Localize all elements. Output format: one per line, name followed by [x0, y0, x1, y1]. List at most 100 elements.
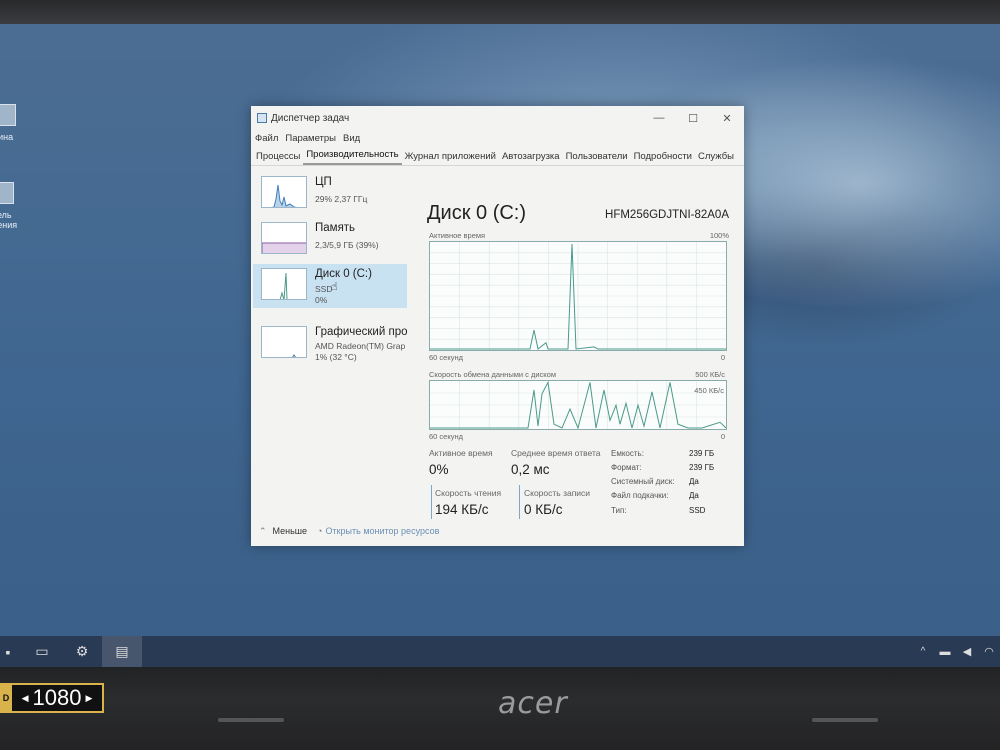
cpu-thumbnail-graph [261, 176, 307, 208]
taskbar: ▪ ▭ ⚙ ▤ ^ ▬ ◀ ◠ [0, 636, 1000, 667]
desktop-icon-label-line2: ления [0, 220, 18, 230]
sidebar-item-disk0[interactable]: Диск 0 (C:) SSD 0% [253, 264, 407, 308]
write-speed-value: 0 КБ/с [524, 502, 563, 517]
sidebar-item-line2: 1% (32 °C) [315, 352, 357, 362]
cpu-mini-chart [271, 184, 298, 207]
badge-right-arrow-icon: ▶ [85, 692, 93, 703]
badge-left-arrow-icon: ◀ [21, 692, 29, 703]
close-button[interactable]: ✕ [710, 106, 744, 130]
mouse-cursor-icon: ☝ [331, 281, 338, 293]
window-footer: ⌃ Меньше ◔ Открыть монитор ресурсов [259, 523, 559, 539]
menu-bar: Файл Параметры Вид [251, 130, 744, 147]
tab-app-history[interactable]: Журнал приложений [402, 151, 499, 165]
response-time-label: Среднее время ответа [511, 448, 601, 458]
prop-key-capacity: Емкость: [611, 449, 644, 458]
fullhd-1080-badge: ◀ 1080 ▶ [12, 683, 104, 713]
transfer-rate-chart: 450 КБ/с [429, 380, 727, 430]
chart2-x-right: 0 [720, 432, 725, 441]
disk-thumbnail-graph [261, 268, 307, 300]
active-time-value: 0% [429, 462, 449, 477]
chat-taskbar-icon[interactable]: ▭ [22, 636, 62, 667]
tab-services[interactable]: Службы [695, 151, 737, 165]
menu-file[interactable]: Файл [255, 133, 278, 144]
tab-users[interactable]: Пользователи [563, 151, 631, 165]
chart2-label: Скорость обмена данными с диском [429, 370, 556, 379]
hd-badge: D [0, 683, 12, 713]
performance-sidebar: ЦП 29% 2,37 ГГц Память 2,3/5,9 ГБ (39%) [251, 168, 409, 508]
tab-startup[interactable]: Автозагрузка [499, 151, 563, 165]
sidebar-item-line1: SSD [315, 284, 333, 294]
sidebar-item-memory[interactable]: Память 2,3/5,9 ГБ (39%) [253, 218, 407, 262]
bezel-slot-left [218, 718, 284, 722]
prop-key-system-disk: Системный диск: [611, 477, 675, 486]
task-manager-window: Диспетчер задач — ☐ ✕ Файл Параметры Вид… [251, 106, 744, 546]
memory-thumbnail-graph [261, 222, 307, 254]
desktop-icon-label: нель [0, 210, 12, 220]
sidebar-item-line1: 2,3/5,9 ГБ (39%) [315, 240, 379, 250]
prop-key-type: Тип: [611, 506, 627, 515]
prop-val-type: SSD [689, 506, 706, 515]
read-speed-divider [431, 485, 432, 519]
read-speed-value: 194 КБ/с [435, 502, 489, 517]
sidebar-item-name: Диск 0 (C:) [315, 268, 372, 280]
chart1-x-right: 0 [720, 353, 725, 362]
prop-key-pagefile: Файл подкачки: [611, 491, 669, 500]
prop-key-format: Формат: [611, 463, 642, 472]
settings-taskbar-icon[interactable]: ⚙ [62, 636, 102, 667]
control-panel-icon [0, 182, 14, 204]
write-speed-label: Скорость записи [524, 488, 591, 498]
sidebar-item-cpu[interactable]: ЦП 29% 2,37 ГГц [253, 172, 407, 216]
active-time-chart-svg [430, 242, 726, 350]
start-button[interactable]: ▪ [0, 636, 16, 667]
bezel-top [0, 0, 1000, 24]
menu-view[interactable]: Вид [343, 133, 360, 144]
chart2-max-label: 500 КБ/с [695, 370, 725, 379]
network-icon[interactable]: ▬ [934, 636, 956, 667]
chevron-up-icon: ⌃ [259, 525, 267, 536]
task-manager-taskbar-icon[interactable]: ▤ [102, 636, 142, 667]
memory-mini-chart [262, 242, 306, 253]
tab-processes[interactable]: Процессы [253, 151, 303, 165]
title-bar[interactable]: Диспетчер задач — ☐ ✕ [251, 106, 744, 130]
sidebar-item-line1: AMD Radeon(TM) Grap [315, 341, 406, 351]
desktop-icon-label: зина [0, 132, 14, 142]
recycle-bin-icon [0, 104, 16, 126]
desktop-icon-control-panel[interactable]: нель ления [0, 182, 17, 230]
tab-strip: Процессы Производительность Журнал прило… [251, 147, 744, 166]
tray-chevron-icon[interactable]: ^ [912, 636, 934, 667]
fewer-details-button[interactable]: Меньше [273, 526, 308, 536]
chart1-x-left: 60 секунд [429, 353, 463, 362]
disk-mini-chart [279, 272, 288, 299]
minimize-button[interactable]: — [642, 106, 676, 130]
resource-monitor-icon: ◔ [317, 526, 323, 536]
prop-val-pagefile: Да [689, 491, 699, 500]
tab-performance[interactable]: Производительность [303, 149, 402, 165]
prop-val-capacity: 239 ГБ [689, 449, 715, 458]
sidebar-item-gpu[interactable]: Графический про AMD Radeon(TM) Grap 1% (… [253, 322, 408, 366]
volume-icon[interactable]: ◀ [956, 636, 978, 667]
active-time-label: Активное время [429, 448, 493, 458]
disk-model: HFM256GDJTNI-82A0A [605, 209, 729, 221]
response-time-value: 0,2 мс [511, 462, 550, 477]
desktop-icon-recycle-bin[interactable]: зина [0, 104, 16, 142]
badge-1080-text: 1080 [32, 685, 82, 710]
bezel-slot-right [812, 718, 878, 722]
disk-detail-pane: Диск 0 (C:) HFM256GDJTNI-82A0A Активное … [423, 168, 739, 538]
sidebar-item-line2: 0% [315, 295, 328, 305]
prop-val-format: 239 ГБ [689, 463, 715, 472]
prop-val-system-disk: Да [689, 477, 699, 486]
sidebar-item-name: ЦП [315, 176, 332, 188]
acer-logo: acer [498, 686, 568, 721]
active-time-chart [429, 241, 727, 351]
maximize-button[interactable]: ☐ [676, 106, 710, 130]
wifi-icon[interactable]: ◠ [978, 636, 1000, 667]
resource-monitor-link[interactable]: Открыть монитор ресурсов [325, 526, 439, 536]
tab-details[interactable]: Подробности [631, 151, 695, 165]
write-speed-divider [519, 485, 520, 519]
sidebar-item-name: Память [315, 222, 356, 234]
menu-options[interactable]: Параметры [285, 133, 336, 144]
read-speed-label: Скорость чтения [435, 488, 502, 498]
transfer-rate-chart-svg [430, 380, 727, 430]
chart2-x-left: 60 секунд [429, 432, 463, 441]
desktop-screen: зина нель ления Диспетчер задач — ☐ ✕ Фа… [0, 24, 1000, 667]
